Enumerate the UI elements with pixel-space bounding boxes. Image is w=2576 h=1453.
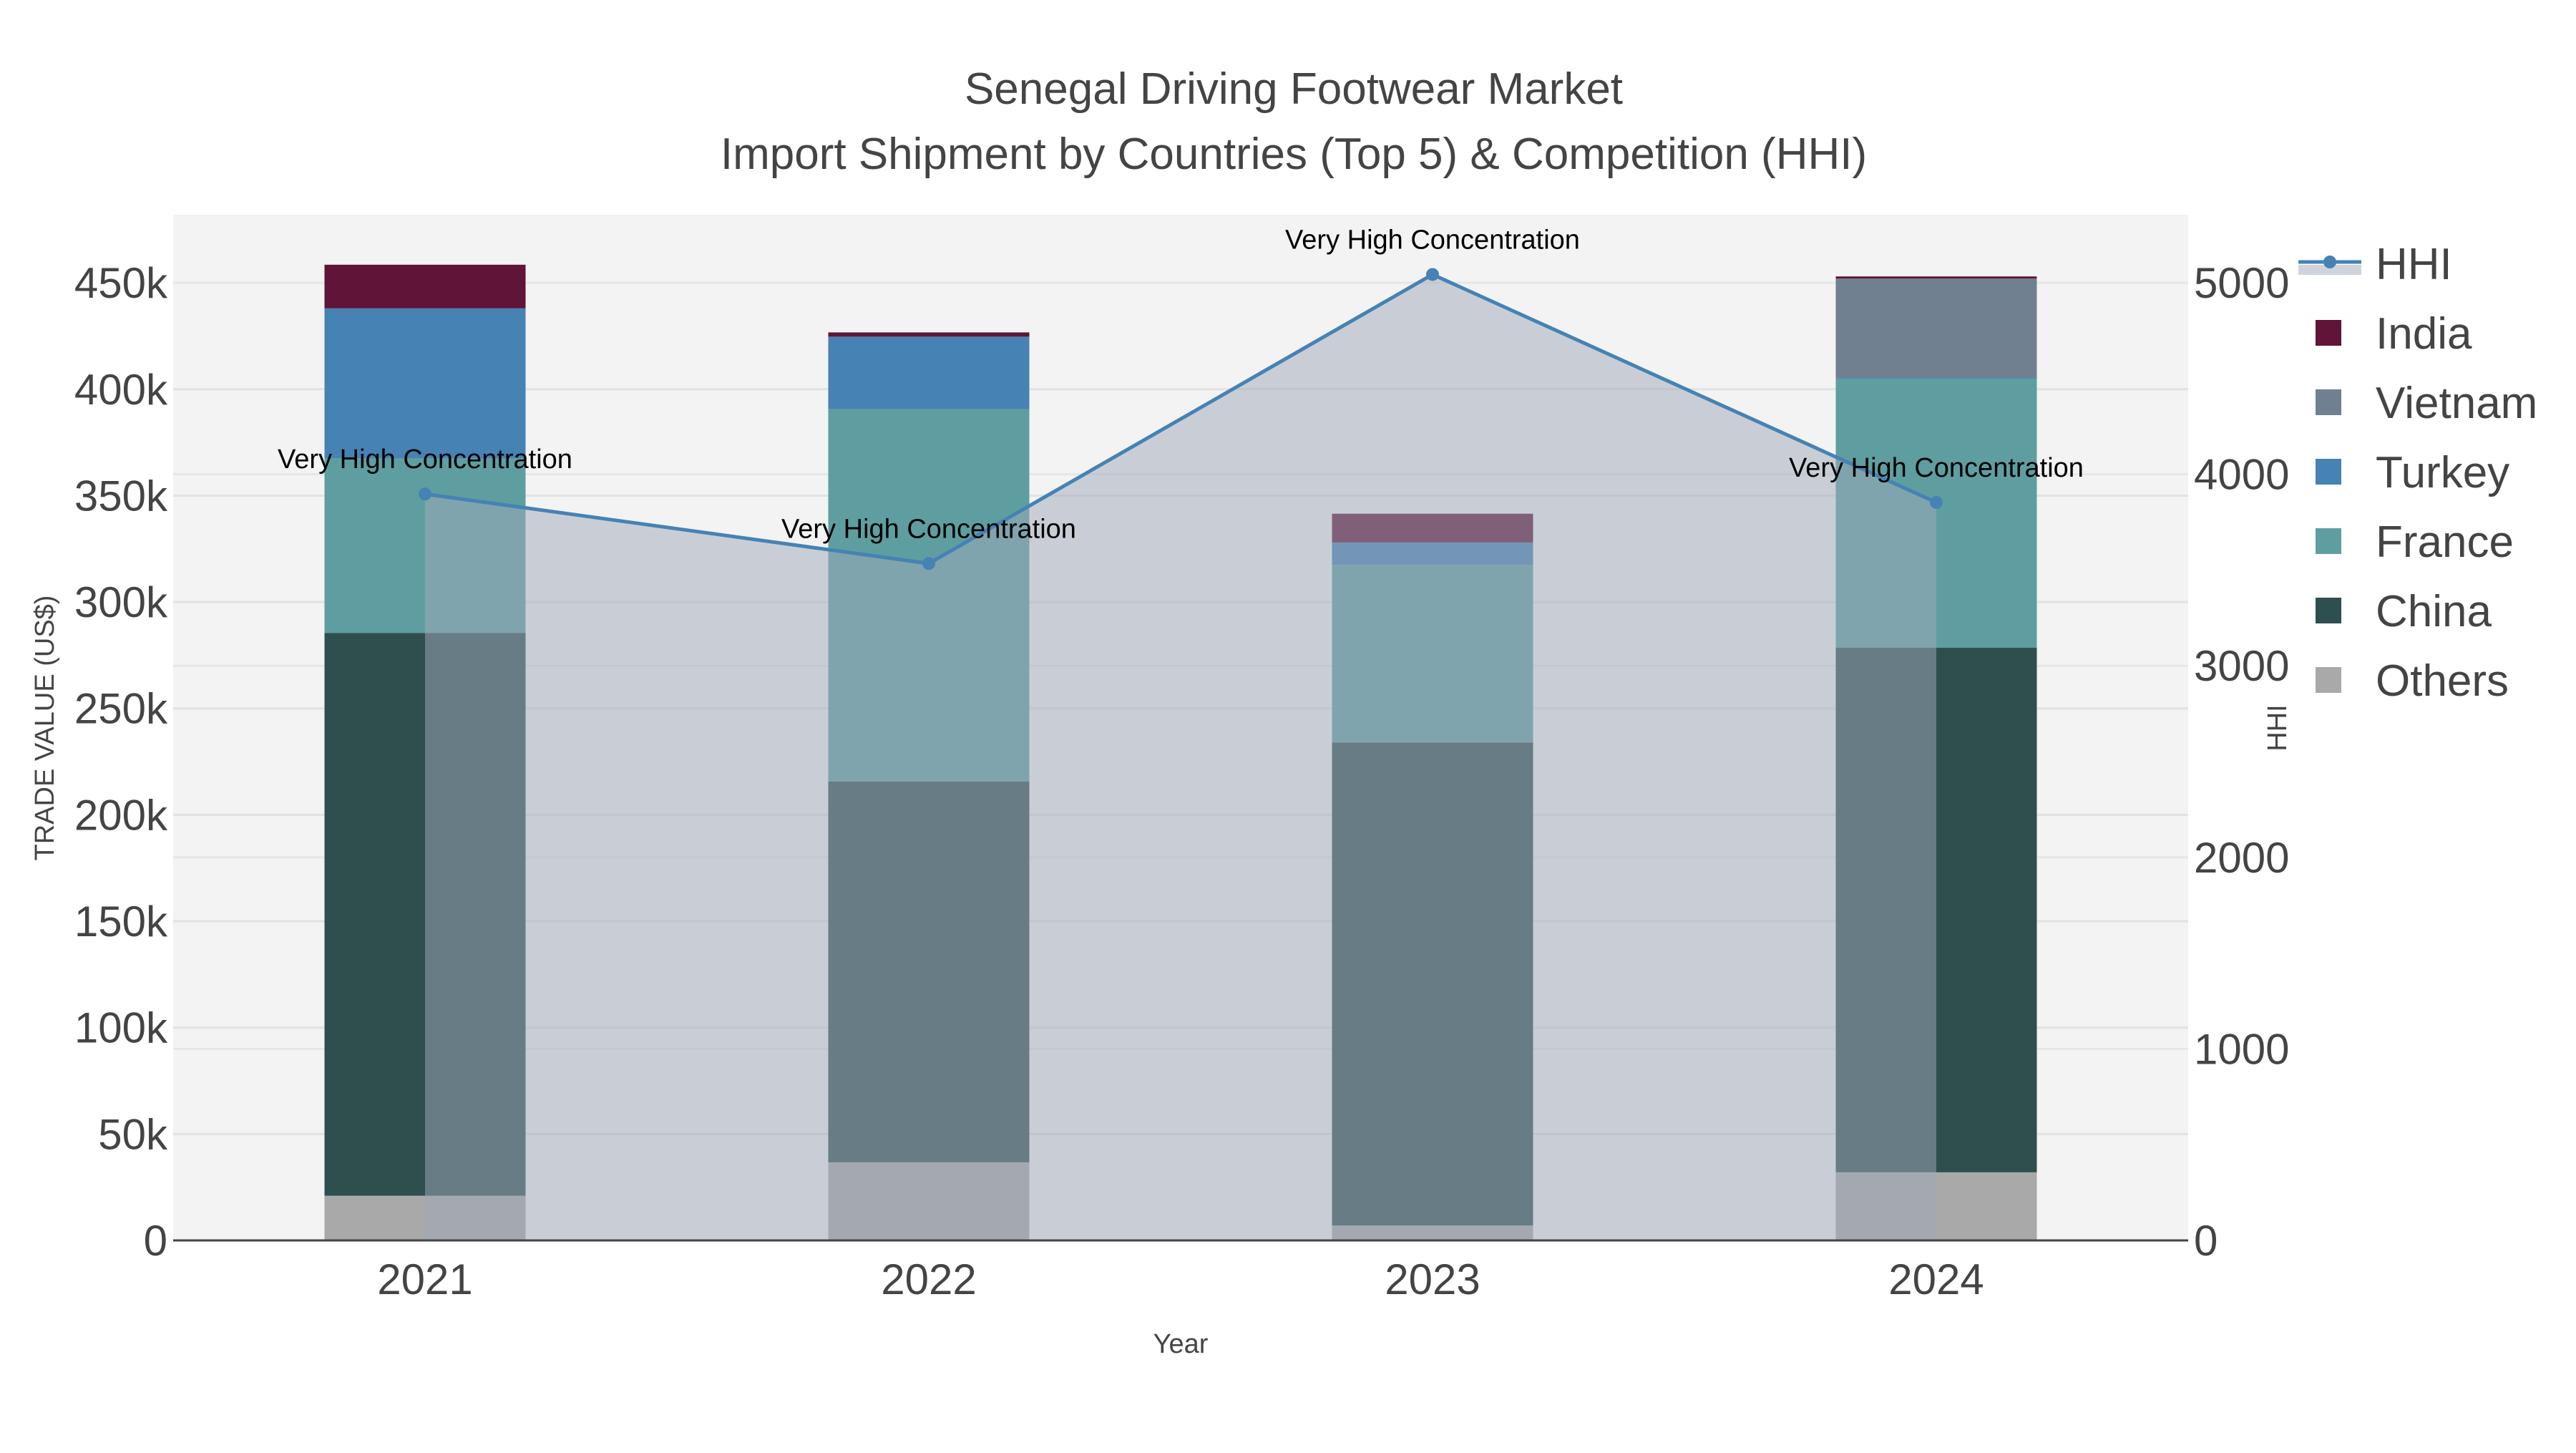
x-tick-label: 2022 bbox=[881, 1255, 976, 1303]
x-axis-ticks: 2021 2022 2023 2024 bbox=[377, 1255, 1984, 1303]
hhi-point bbox=[922, 557, 935, 570]
x-tick-label: 2024 bbox=[1888, 1255, 1984, 1303]
y-axis-title: TRADE VALUE (US$) bbox=[30, 596, 60, 861]
legend-label-china: China bbox=[2376, 587, 2492, 636]
x-axis-title: Year bbox=[1153, 1329, 1209, 1359]
legend: HHI India Vietnam Turkey France China Others bbox=[2298, 240, 2537, 706]
y-tick-label: 150k bbox=[74, 898, 168, 946]
y2-tick-label: 5000 bbox=[2194, 259, 2289, 307]
bar-turkey-2022 bbox=[828, 336, 1030, 409]
hhi-point bbox=[1930, 495, 1943, 509]
y-tick-label: 250k bbox=[74, 685, 168, 733]
x-tick-label: 2023 bbox=[1385, 1255, 1480, 1303]
y2-tick-label: 2000 bbox=[2194, 834, 2289, 882]
legend-label-france: France bbox=[2376, 517, 2514, 567]
annotation-label: Very High Concentration bbox=[1789, 453, 2084, 483]
y-tick-label: 400k bbox=[74, 366, 168, 414]
bar-turkey-2024 bbox=[1835, 377, 2037, 379]
y-axis-ticks: 0 50k 100k 150k 200k 250k 300k 350k 400k 450k bbox=[74, 259, 168, 1265]
y2-tick-label: 0 bbox=[2194, 1217, 2218, 1265]
y-tick-label: 200k bbox=[74, 791, 168, 839]
legend-label-india: India bbox=[2376, 309, 2472, 359]
annotation-label: Very High Concentration bbox=[781, 514, 1076, 544]
y2-axis-ticks: 0 1000 2000 3000 4000 5000 bbox=[2194, 259, 2289, 1265]
legend-swatch-india bbox=[2316, 320, 2341, 346]
legend-label-vietnam: Vietnam bbox=[2376, 379, 2537, 428]
chart-subtitle: Import Shipment by Countries (Top 5) & C… bbox=[721, 130, 1867, 179]
y2-tick-label: 1000 bbox=[2194, 1025, 2289, 1073]
x-tick-label: 2021 bbox=[377, 1255, 472, 1303]
bar-vietnam-2024 bbox=[1835, 278, 2037, 378]
bar-india-2022 bbox=[828, 332, 1030, 337]
y-tick-label: 50k bbox=[98, 1110, 168, 1158]
legend-swatch-china bbox=[2316, 598, 2341, 623]
hhi-point bbox=[1426, 268, 1439, 281]
y2-axis-title: HHI bbox=[2263, 704, 2293, 751]
legend-swatch-france bbox=[2316, 528, 2341, 554]
legend-swatch-vietnam bbox=[2316, 389, 2341, 415]
y2-tick-label: 3000 bbox=[2194, 642, 2289, 690]
chart-title: Senegal Driving Footwear Market bbox=[965, 64, 1623, 114]
legend-label-hhi: HHI bbox=[2376, 240, 2452, 289]
legend-label-turkey: Turkey bbox=[2376, 448, 2509, 497]
legend-swatch-turkey bbox=[2316, 459, 2341, 485]
bar-india-2021 bbox=[324, 264, 526, 308]
chart: 0 50k 100k 150k 200k 250k 300k 350k 400k 450k 0 10… bbox=[30, 64, 2537, 1359]
hhi-point bbox=[419, 487, 431, 501]
legend-label-others: Others bbox=[2376, 656, 2509, 706]
annotation-label: Very High Concentration bbox=[278, 444, 572, 475]
legend-swatch-others bbox=[2316, 667, 2341, 693]
y-tick-label: 450k bbox=[74, 259, 168, 307]
y-tick-label: 300k bbox=[74, 578, 168, 626]
legend-hhi-marker bbox=[2323, 256, 2336, 268]
bar-turkey-2021 bbox=[324, 308, 526, 459]
bar-india-2024 bbox=[1835, 276, 2037, 279]
y2-tick-label: 4000 bbox=[2194, 451, 2289, 499]
y-tick-label: 0 bbox=[144, 1217, 167, 1265]
annotation-label: Very High Concentration bbox=[1285, 225, 1580, 255]
y-tick-label: 350k bbox=[74, 472, 168, 520]
y-tick-label: 100k bbox=[74, 1004, 168, 1052]
